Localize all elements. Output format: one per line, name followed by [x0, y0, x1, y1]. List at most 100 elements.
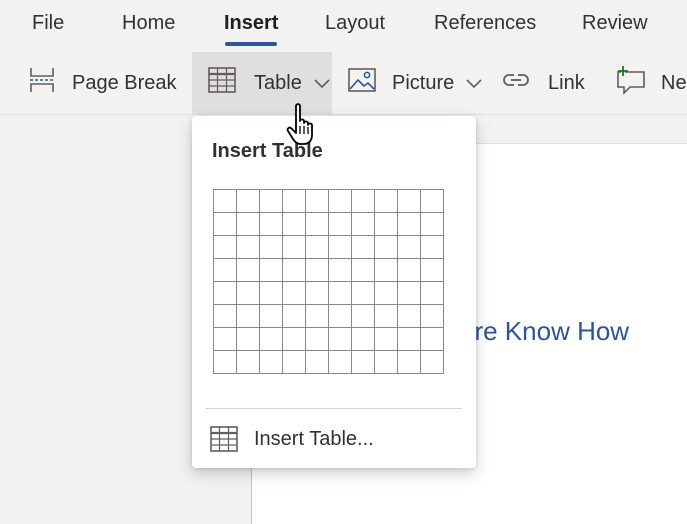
new-comment-label: Ne — [661, 71, 687, 94]
grid-cell[interactable] — [420, 212, 444, 236]
grid-cell[interactable] — [236, 258, 260, 282]
grid-cell[interactable] — [259, 258, 283, 282]
grid-cell[interactable] — [213, 281, 237, 305]
grid-cell[interactable] — [374, 189, 398, 213]
grid-cell[interactable] — [328, 189, 352, 213]
grid-cell[interactable] — [351, 189, 375, 213]
tab-file[interactable]: File — [32, 12, 64, 35]
grid-cell[interactable] — [282, 327, 306, 351]
grid-cell[interactable] — [351, 350, 375, 374]
grid-cell[interactable] — [374, 304, 398, 328]
new-comment-button[interactable]: Ne — [616, 52, 687, 114]
grid-cell[interactable] — [397, 189, 421, 213]
grid-cell[interactable] — [328, 350, 352, 374]
grid-cell[interactable] — [328, 327, 352, 351]
grid-cell[interactable] — [236, 327, 260, 351]
grid-cell[interactable] — [397, 235, 421, 259]
tab-insert[interactable]: Insert — [224, 12, 278, 35]
grid-cell[interactable] — [282, 189, 306, 213]
grid-cell[interactable] — [236, 281, 260, 305]
grid-cell[interactable] — [259, 327, 283, 351]
active-tab-indicator — [225, 42, 277, 46]
grid-cell[interactable] — [259, 189, 283, 213]
tab-layout[interactable]: Layout — [325, 12, 385, 35]
grid-cell[interactable] — [328, 304, 352, 328]
grid-cell[interactable] — [351, 235, 375, 259]
grid-cell[interactable] — [420, 189, 444, 213]
grid-cell[interactable] — [282, 304, 306, 328]
grid-cell[interactable] — [374, 350, 398, 374]
grid-cell[interactable] — [305, 327, 329, 351]
grid-cell[interactable] — [282, 235, 306, 259]
grid-cell[interactable] — [259, 304, 283, 328]
grid-cell[interactable] — [305, 304, 329, 328]
grid-cell[interactable] — [213, 258, 237, 282]
grid-cell[interactable] — [305, 235, 329, 259]
grid-cell[interactable] — [236, 189, 260, 213]
grid-cell[interactable] — [282, 258, 306, 282]
grid-cell[interactable] — [236, 235, 260, 259]
insert-table-menu-item[interactable]: Insert Table... — [192, 416, 476, 462]
grid-cell[interactable] — [374, 258, 398, 282]
grid-cell[interactable] — [213, 189, 237, 213]
grid-cell[interactable] — [305, 350, 329, 374]
chevron-down-icon — [314, 72, 330, 95]
grid-cell[interactable] — [259, 281, 283, 305]
grid-cell[interactable] — [374, 281, 398, 305]
grid-cell[interactable] — [259, 235, 283, 259]
grid-cell[interactable] — [397, 212, 421, 236]
grid-cell[interactable] — [282, 350, 306, 374]
table-icon — [210, 426, 238, 452]
grid-cell[interactable] — [420, 258, 444, 282]
grid-cell[interactable] — [213, 350, 237, 374]
grid-cell[interactable] — [328, 258, 352, 282]
grid-cell[interactable] — [420, 235, 444, 259]
grid-cell[interactable] — [397, 304, 421, 328]
grid-cell[interactable] — [420, 281, 444, 305]
grid-cell[interactable] — [236, 350, 260, 374]
grid-cell[interactable] — [213, 304, 237, 328]
link-button[interactable]: Link — [502, 52, 585, 114]
tab-home[interactable]: Home — [122, 12, 175, 35]
table-icon — [208, 67, 236, 99]
grid-cell[interactable] — [351, 304, 375, 328]
grid-cell[interactable] — [305, 189, 329, 213]
grid-cell[interactable] — [351, 258, 375, 282]
grid-cell[interactable] — [305, 258, 329, 282]
table-size-grid[interactable] — [213, 189, 444, 374]
grid-cell[interactable] — [397, 281, 421, 305]
grid-cell[interactable] — [397, 327, 421, 351]
picture-button[interactable]: Picture — [348, 52, 482, 114]
grid-cell[interactable] — [351, 281, 375, 305]
tab-references[interactable]: References — [434, 12, 536, 35]
page-break-button[interactable]: Page Break — [28, 52, 177, 114]
grid-cell[interactable] — [259, 212, 283, 236]
tab-review[interactable]: Review — [582, 12, 648, 35]
grid-row — [213, 235, 444, 259]
grid-cell[interactable] — [213, 212, 237, 236]
grid-cell[interactable] — [305, 212, 329, 236]
grid-cell[interactable] — [374, 212, 398, 236]
grid-cell[interactable] — [420, 350, 444, 374]
grid-cell[interactable] — [374, 327, 398, 351]
grid-cell[interactable] — [328, 281, 352, 305]
grid-cell[interactable] — [236, 212, 260, 236]
grid-cell[interactable] — [328, 212, 352, 236]
grid-cell[interactable] — [351, 212, 375, 236]
grid-cell[interactable] — [397, 258, 421, 282]
grid-cell[interactable] — [328, 235, 352, 259]
grid-cell[interactable] — [351, 327, 375, 351]
grid-cell[interactable] — [305, 281, 329, 305]
grid-cell[interactable] — [259, 350, 283, 374]
grid-cell[interactable] — [236, 304, 260, 328]
grid-cell[interactable] — [213, 327, 237, 351]
grid-cell[interactable] — [282, 281, 306, 305]
grid-cell[interactable] — [374, 235, 398, 259]
grid-cell[interactable] — [397, 350, 421, 374]
grid-cell[interactable] — [420, 304, 444, 328]
grid-cell[interactable] — [213, 235, 237, 259]
grid-cell[interactable] — [282, 212, 306, 236]
grid-cell[interactable] — [420, 327, 444, 351]
document-heading[interactable]: are Know How — [460, 316, 629, 347]
new-comment-icon — [616, 65, 646, 101]
